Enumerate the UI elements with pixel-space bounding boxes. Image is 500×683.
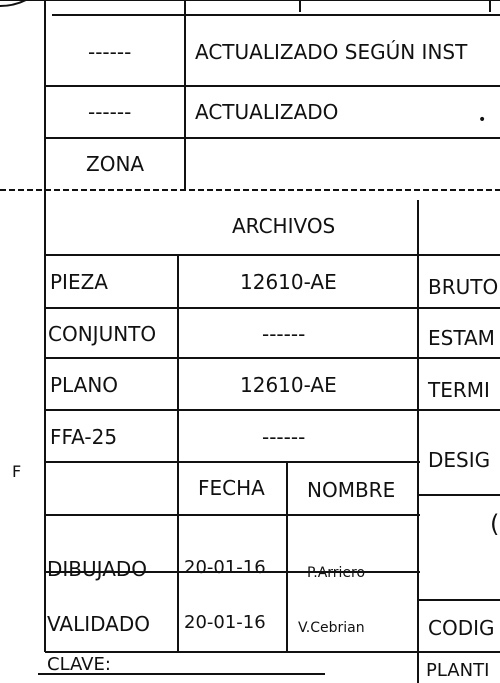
header-nombre: NOMBRE bbox=[307, 478, 396, 502]
file-label-plano: PLANO bbox=[50, 373, 119, 397]
header-fecha: FECHA bbox=[198, 476, 265, 500]
archivos-header: ARCHIVOS bbox=[232, 214, 336, 238]
clave-label: CLAVE: bbox=[47, 654, 111, 675]
right-label-estam: ESTAM bbox=[428, 326, 495, 350]
file-value-plano: 12610-AE bbox=[240, 373, 337, 397]
file-value-pieza: 12610-AE bbox=[240, 270, 337, 294]
plantilla-label: PLANTI bbox=[426, 660, 490, 681]
sign-fecha-validado: 20-01-16 bbox=[184, 612, 266, 633]
zona-label: ZONA bbox=[86, 152, 145, 176]
margin-letter: F bbox=[12, 462, 22, 481]
file-label-conjunto: CONJUNTO bbox=[48, 322, 157, 346]
sign-nombre-dibujado: P.Arriero bbox=[307, 565, 366, 581]
file-value-ffa: ------ bbox=[262, 425, 306, 449]
title-block: ------ ACTUALIZADO SEGÚN INST ------ ACT… bbox=[0, 0, 500, 683]
dot-mark: • bbox=[478, 112, 487, 128]
right-label-paren: ( bbox=[490, 510, 500, 538]
revision-mark-1: ------ bbox=[88, 40, 132, 64]
sign-nombre-validado: V.Cebrian bbox=[298, 620, 365, 636]
revision-mark-2: ------ bbox=[88, 100, 132, 124]
sign-label-dibujado: DIBUJADO bbox=[47, 557, 148, 581]
right-label-termi: TERMI bbox=[428, 378, 490, 402]
sign-label-validado: VALIDADO bbox=[47, 612, 150, 636]
file-value-conjunto: ------ bbox=[262, 322, 306, 346]
revision-text-1: ACTUALIZADO SEGÚN INST bbox=[195, 40, 468, 64]
file-label-ffa: FFA-25 bbox=[50, 425, 118, 449]
file-label-pieza: PIEZA bbox=[50, 270, 108, 294]
right-label-codig: CODIG bbox=[428, 616, 495, 640]
right-label-desig: DESIG bbox=[428, 448, 491, 472]
revision-text-2: ACTUALIZADO bbox=[195, 100, 339, 124]
sign-fecha-dibujado: 20-01-16 bbox=[184, 557, 266, 578]
right-label-bruto: BRUTO bbox=[428, 275, 499, 299]
